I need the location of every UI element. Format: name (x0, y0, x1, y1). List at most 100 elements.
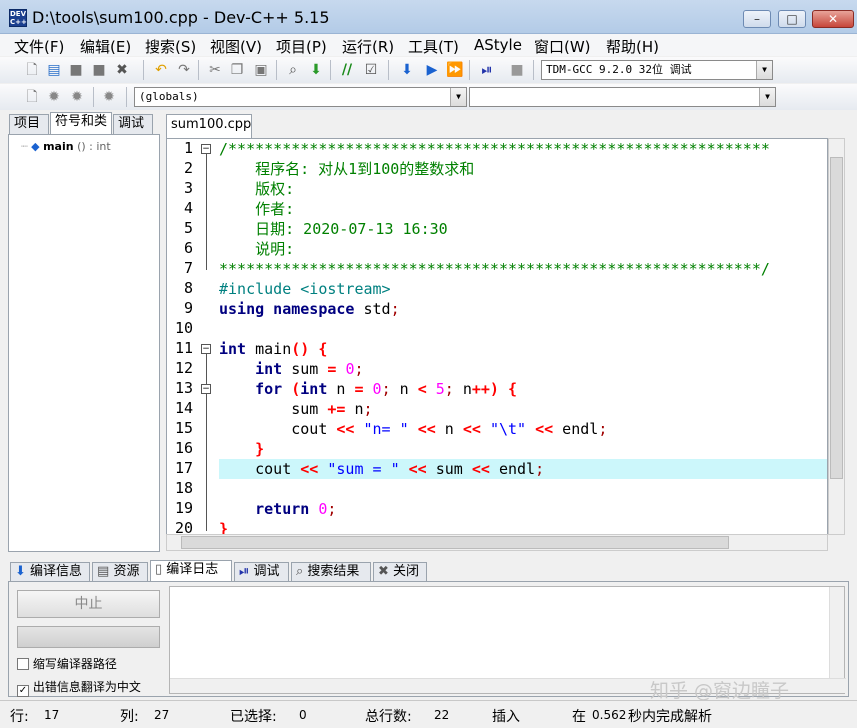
gear-icon[interactable]: ✹ (100, 88, 118, 106)
maximize-button[interactable]: □ (778, 10, 806, 28)
close-file-icon[interactable]: ✖ (113, 61, 131, 79)
vertical-scrollbar[interactable] (829, 587, 844, 679)
line-number: 19 (174, 499, 193, 517)
menu-astyle[interactable]: AStyle (474, 36, 522, 54)
menu-search[interactable]: 搜索(S) (145, 36, 196, 57)
chevron-down-icon[interactable]: ▼ (450, 88, 466, 106)
compile-run-icon[interactable]: ⏩ (446, 61, 464, 79)
menu-tools[interactable]: 工具(T) (408, 36, 459, 57)
tab-debug-output[interactable]: ⏯ 调试 (234, 562, 289, 582)
tab-close[interactable]: ✖ 关闭 (373, 562, 427, 582)
line-number: 2 (183, 159, 193, 177)
gear-icon[interactable]: ✹ (68, 88, 86, 106)
menu-project[interactable]: 项目(P) (276, 36, 327, 57)
code-line: cout << "n= " << n << "\t" << endl; (219, 420, 608, 438)
close-icon: ✖ (378, 564, 389, 579)
redo-icon[interactable]: ↷ (175, 61, 193, 79)
chevron-down-icon[interactable]: ▼ (756, 61, 772, 79)
goto-icon[interactable]: ⬇ (307, 61, 325, 79)
code-line: int main() { (219, 340, 328, 358)
tab-project[interactable]: 项目 (9, 114, 49, 134)
line-number: 4 (183, 199, 193, 217)
scroll-thumb[interactable] (181, 536, 729, 549)
comment-icon[interactable]: // (338, 61, 356, 79)
cut-icon[interactable]: ✂ (206, 61, 224, 79)
tab-debug[interactable]: 调试 (113, 114, 153, 134)
code-line: 版权: (219, 180, 295, 198)
undo-icon[interactable]: ↶ (152, 61, 170, 79)
gear-icon[interactable]: ✹ (45, 88, 63, 106)
line-number: 3 (183, 179, 193, 197)
tab-sum100[interactable]: sum100.cpp (166, 114, 252, 138)
debug-icon[interactable]: ⏯ (478, 61, 496, 79)
code-line: /***************************************… (219, 140, 770, 158)
paste-icon[interactable]: ▣ (252, 61, 270, 79)
watermark: 知乎 @窗边瞳子 (650, 680, 790, 702)
parse-time: 0.562 (592, 708, 627, 722)
menu-edit[interactable]: 编辑(E) (80, 36, 131, 57)
save-icon[interactable]: ■ (67, 61, 85, 79)
short-path-option[interactable]: 缩写编译器路径 (17, 655, 117, 672)
col-value: 27 (154, 708, 170, 722)
menu-view[interactable]: 视图(V) (210, 36, 262, 57)
abort-button[interactable]: 中止 (17, 590, 160, 618)
window-title: D:\tools\sum100.cpp - Dev-C++ 5.15 (32, 8, 330, 27)
tree-item-main[interactable]: ┈ ◆ main () : int (21, 140, 111, 153)
vertical-scrollbar[interactable] (828, 138, 845, 535)
fold-toggle-icon[interactable]: − (201, 144, 211, 154)
open-icon[interactable]: ▤ (45, 61, 63, 79)
total-lines-value: 22 (434, 708, 450, 722)
total-lines-label: 总行数: (365, 709, 412, 725)
row-label: 行: (10, 709, 29, 725)
code-editor[interactable]: 1 2 3 4 5 6 7 8 9 10 11 12 13 14 15 16 17 18 19 20 − − − /*… (166, 138, 828, 550)
tab-resources[interactable]: ▤ 资源 (92, 562, 148, 582)
tree-item-name: main (43, 140, 74, 153)
line-number: 10 (174, 319, 193, 337)
line-number: 11 (174, 339, 193, 357)
new-class-icon[interactable]: 🗋 (23, 88, 41, 106)
menu-help[interactable]: 帮助(H) (606, 36, 659, 57)
menu-window[interactable]: 窗口(W) (534, 36, 591, 57)
selection-label: 已选择: (230, 709, 277, 725)
compiler-select[interactable]: TDM-GCC 9.2.0 32位 调试 ▼ (541, 60, 773, 80)
app-icon: DEV C++ (9, 9, 27, 27)
fold-toggle-icon[interactable]: − (201, 384, 211, 394)
copy-icon[interactable]: ❐ (228, 61, 246, 79)
run-icon[interactable]: ▶ (423, 61, 441, 79)
scroll-thumb[interactable] (830, 157, 843, 479)
tab-symbols[interactable]: 符号和类 (50, 112, 112, 134)
find-icon[interactable]: ⌕ (284, 61, 302, 79)
horizontal-scrollbar[interactable] (166, 534, 828, 551)
checkbox-short-path[interactable] (17, 658, 29, 670)
stop-icon[interactable]: ■ (508, 61, 526, 79)
menu-file[interactable]: 文件(F) (14, 36, 64, 57)
line-number: 1 (183, 139, 193, 157)
line-number: 18 (174, 479, 193, 497)
new-file-icon[interactable]: 🗋 (23, 61, 41, 79)
function-select[interactable]: ▼ (469, 87, 776, 107)
tab-search-results[interactable]: ⌕ 搜索结果 (291, 562, 371, 582)
menu-run[interactable]: 运行(R) (342, 36, 394, 57)
line-number: 6 (183, 239, 193, 257)
save-all-icon[interactable]: ■ (90, 61, 108, 79)
chevron-down-icon[interactable]: ▼ (759, 88, 775, 106)
compile-icon[interactable]: ⬇ (398, 61, 416, 79)
minimize-button[interactable]: – (743, 10, 771, 28)
fold-toggle-icon[interactable]: − (201, 344, 211, 354)
indent-icon[interactable]: ☑ (362, 61, 380, 79)
code-line: } (255, 440, 265, 458)
code-line: cout << "sum = " << sum << endl; (219, 460, 545, 478)
class-toolbar: 🗋 ✹ ✹ ✹ (globals) ▼ ▼ (0, 84, 857, 110)
scope-select[interactable]: (globals) ▼ (134, 87, 467, 107)
line-number: 14 (174, 399, 193, 417)
translate-option[interactable]: ✓ 出错信息翻译为中文 (17, 678, 141, 697)
code-line: ****************************************… (219, 260, 770, 278)
line-number: 5 (183, 219, 193, 237)
tab-compile-log[interactable]: ▯ 编译日志 (150, 560, 232, 582)
line-number: 7 (183, 259, 193, 277)
line-number: 17 (174, 459, 193, 477)
code-line: 说明: (219, 240, 295, 258)
tab-compile-info[interactable]: ⬇ 编译信息 (10, 562, 90, 582)
close-button[interactable]: ✕ (812, 10, 854, 28)
checkbox-translate[interactable]: ✓ (17, 685, 29, 697)
